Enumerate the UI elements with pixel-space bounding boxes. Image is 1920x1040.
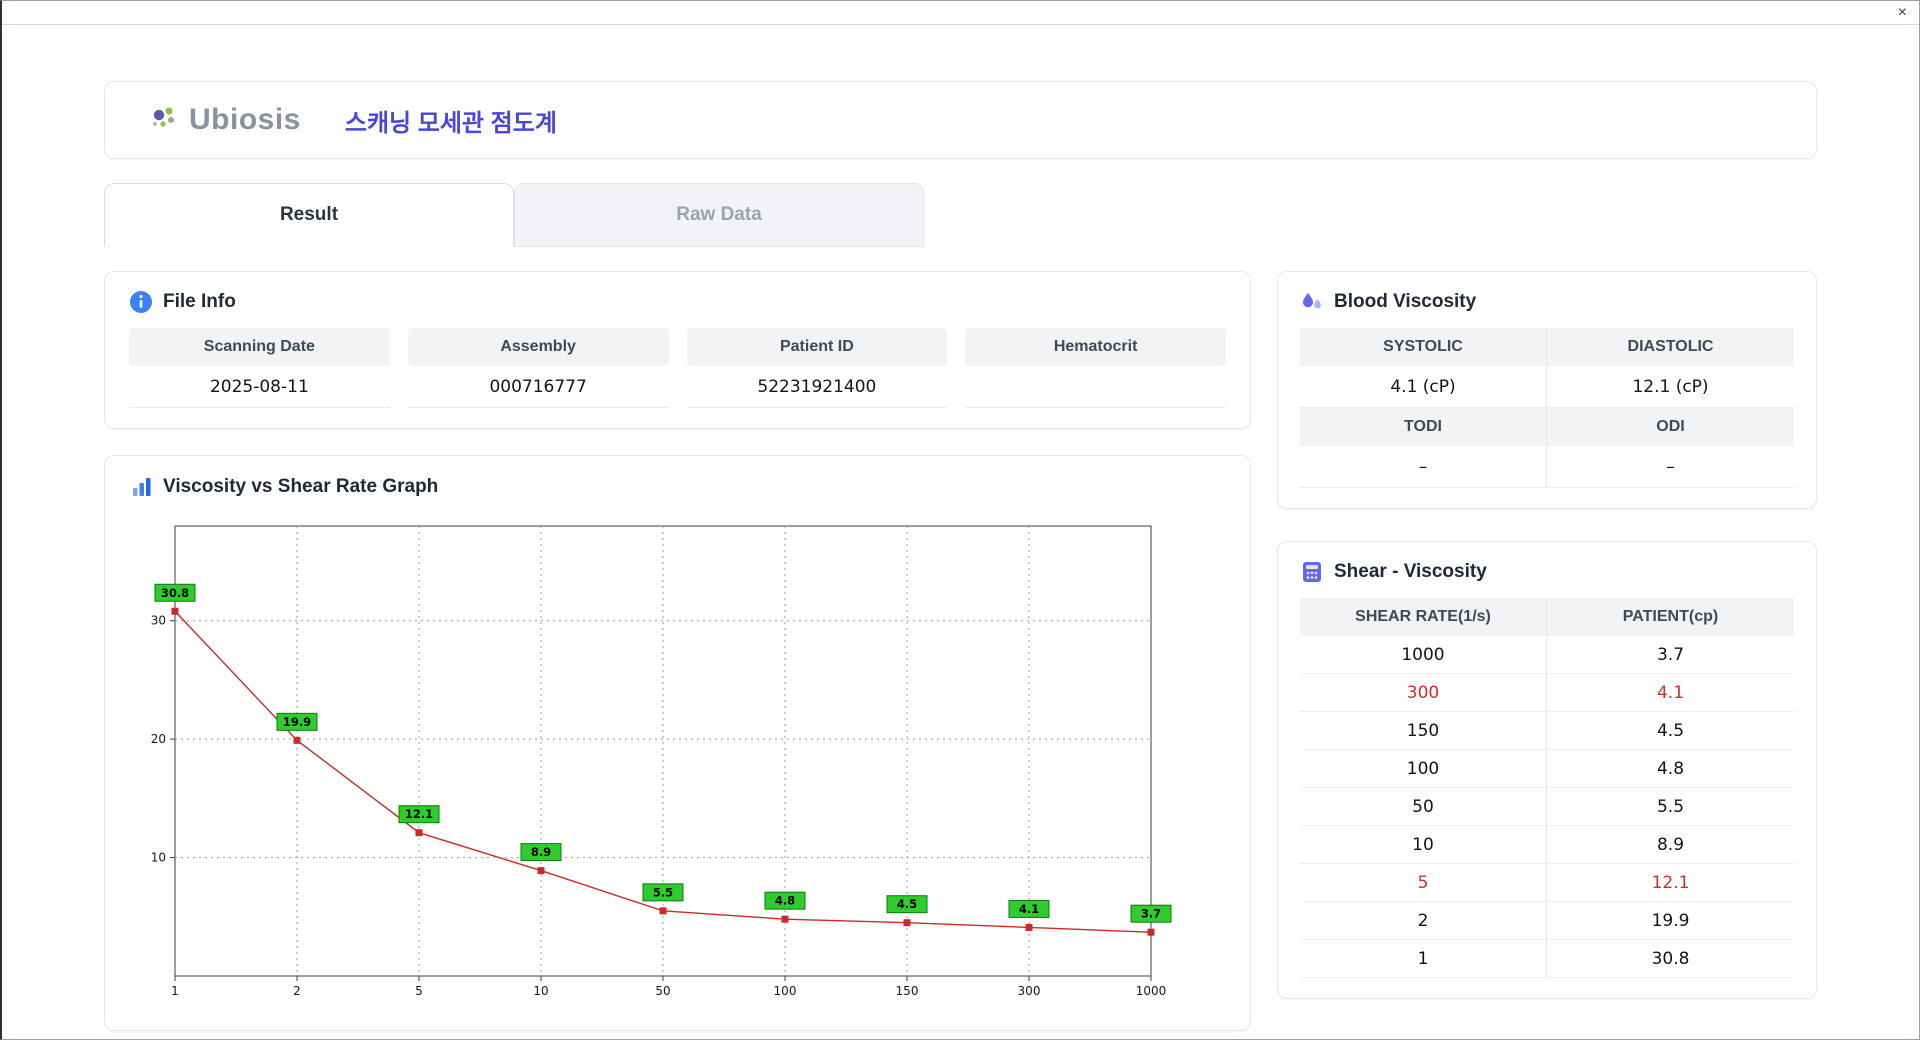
svg-text:1: 1 — [171, 984, 179, 998]
calculator-icon — [1303, 562, 1321, 582]
svg-text:5.5: 5.5 — [653, 885, 673, 899]
svg-text:100: 100 — [774, 984, 797, 998]
shear-row: 300 4.1 — [1300, 674, 1794, 712]
patient-cell: 19.9 — [1651, 910, 1690, 931]
shear-cell: 300 — [1300, 674, 1547, 711]
svg-text:19.9: 19.9 — [283, 715, 311, 729]
shear-viscosity-table: SHEAR RATE(1/s) PATIENT(cp) 1000 3.7 300 4… — [1300, 598, 1794, 978]
patient-cell: 4.8 — [1656, 758, 1685, 779]
field-label: Hematocrit — [965, 328, 1226, 366]
info-icon — [130, 291, 152, 313]
patient-cell: 30.8 — [1651, 948, 1690, 969]
tab-bar: Result Raw Data — [104, 183, 1817, 247]
tab-raw-data[interactable]: Raw Data — [514, 183, 924, 247]
bar-chart-icon — [133, 478, 151, 496]
svg-text:4.8: 4.8 — [775, 894, 795, 908]
field-value: 2025-08-11 — [129, 366, 390, 408]
svg-text:150: 150 — [896, 984, 919, 998]
svg-text:30.8: 30.8 — [161, 586, 189, 600]
file-info-title: File Info — [163, 291, 236, 312]
svg-text:12.1: 12.1 — [405, 807, 433, 821]
patient-cell: 12.1 — [1651, 872, 1690, 893]
ubiosis-logo: Ubiosis — [149, 103, 301, 137]
shear-row: 2 19.9 — [1300, 902, 1794, 940]
systolic-value: 4.1 (cP) — [1300, 366, 1547, 408]
shear-row: 50 5.5 — [1300, 788, 1794, 826]
field-value — [965, 366, 1226, 408]
graph-card: Viscosity vs Shear Rate Graph 10 20 30 1 2 5 1… — [104, 455, 1251, 1031]
viscosity-chart: 10 20 30 1 2 5 10 50 100 150 300 1000 30.8 19.9 12.1 8.… — [151, 525, 1172, 998]
file-info-card: File Info Scanning Date 2025-08-11 Assem… — [104, 271, 1251, 429]
field-patient-id: Patient ID 52231921400 — [686, 328, 948, 408]
svg-text:5: 5 — [415, 984, 423, 998]
shear-viscosity-card: Shear - Viscosity SHEAR RATE(1/s) PATIEN… — [1277, 541, 1817, 999]
shear-cell: 100 — [1300, 750, 1547, 787]
shear-cell: 50 — [1300, 788, 1547, 825]
svg-text:30: 30 — [151, 614, 166, 628]
patient-cell: 4.5 — [1656, 720, 1685, 741]
col-header-patient: PATIENT(cp) — [1622, 608, 1719, 625]
svg-text:1000: 1000 — [1136, 984, 1167, 998]
titlebar: × — [2, 1, 1919, 25]
graph-title: Viscosity vs Shear Rate Graph — [163, 476, 439, 497]
app-window: × Ubiosis 스캐닝 모세관 점도계 Result Raw Data Fi… — [0, 0, 1920, 1040]
systolic-header: SYSTOLIC — [1300, 328, 1547, 366]
logo-text: Ubiosis — [189, 103, 301, 136]
shear-cell: 1000 — [1300, 636, 1547, 673]
blood-viscosity-title: Blood Viscosity — [1334, 291, 1477, 312]
shear-row: 100 4.8 — [1300, 750, 1794, 788]
field-value: 52231921400 — [686, 366, 948, 408]
droplet-icon — [1303, 293, 1321, 309]
field-label: Assembly — [407, 328, 669, 366]
svg-text:300: 300 — [1018, 984, 1041, 998]
field-label: Patient ID — [686, 328, 948, 366]
field-assembly: Assembly 000716777 — [407, 328, 669, 408]
svg-text:50: 50 — [655, 984, 670, 998]
diastolic-header: DIASTOLIC — [1547, 328, 1794, 366]
shear-row: 5 12.1 — [1300, 864, 1794, 902]
close-icon[interactable]: × — [1898, 4, 1907, 21]
svg-text:8.9: 8.9 — [531, 845, 551, 859]
field-label: Scanning Date — [129, 328, 390, 366]
svg-text:20: 20 — [151, 732, 166, 746]
shear-cell: 5 — [1300, 864, 1547, 901]
field-hematocrit: Hematocrit — [965, 328, 1226, 408]
shear-row: 150 4.5 — [1300, 712, 1794, 750]
blood-viscosity-table: SYSTOLIC DIASTOLIC 4.1 (cP) 12.1 (cP) TO… — [1300, 328, 1794, 488]
page-title: 스캐닝 모세관 점도계 — [344, 109, 557, 137]
odi-header: ODI — [1547, 408, 1794, 446]
todi-header: TODI — [1300, 408, 1547, 446]
svg-text:10: 10 — [533, 984, 548, 998]
patient-cell: 4.1 — [1656, 682, 1685, 703]
patient-cell: 5.5 — [1656, 796, 1685, 817]
blood-viscosity-card: Blood Viscosity SYSTOLIC DIASTOLIC 4.1 (… — [1277, 271, 1817, 509]
shear-row: 10 8.9 — [1300, 826, 1794, 864]
odi-value: – — [1547, 446, 1794, 488]
svg-text:3.7: 3.7 — [1141, 907, 1161, 921]
svg-text:4.1: 4.1 — [1019, 902, 1039, 916]
patient-cell: 8.9 — [1656, 834, 1685, 855]
svg-text:2: 2 — [293, 984, 301, 998]
shear-cell: 150 — [1300, 712, 1547, 749]
col-header-shear-rate: SHEAR RATE(1/s) — [1300, 598, 1547, 636]
main-content: Ubiosis 스캐닝 모세관 점도계 Result Raw Data File… — [2, 25, 1919, 1031]
shear-viscosity-title: Shear - Viscosity — [1334, 561, 1487, 582]
todi-value: – — [1300, 446, 1547, 488]
diastolic-value: 12.1 (cP) — [1547, 366, 1794, 408]
field-value: 000716777 — [407, 366, 669, 408]
shear-cell: 10 — [1300, 826, 1547, 863]
table-header-row: SHEAR RATE(1/s) PATIENT(cp) — [1300, 598, 1794, 636]
tab-result[interactable]: Result — [104, 183, 514, 247]
shear-cell: 2 — [1300, 902, 1547, 939]
shear-row: 1000 3.7 — [1300, 636, 1794, 674]
shear-row: 1 30.8 — [1300, 940, 1794, 978]
ubiosis-logo-icon — [153, 107, 174, 127]
field-scanning-date: Scanning Date 2025-08-11 — [129, 328, 390, 408]
svg-text:4.5: 4.5 — [897, 897, 917, 911]
patient-cell: 3.7 — [1656, 644, 1685, 665]
shear-cell: 1 — [1300, 940, 1547, 977]
svg-text:10: 10 — [151, 851, 166, 865]
header-card: Ubiosis 스캐닝 모세관 점도계 — [104, 81, 1817, 159]
